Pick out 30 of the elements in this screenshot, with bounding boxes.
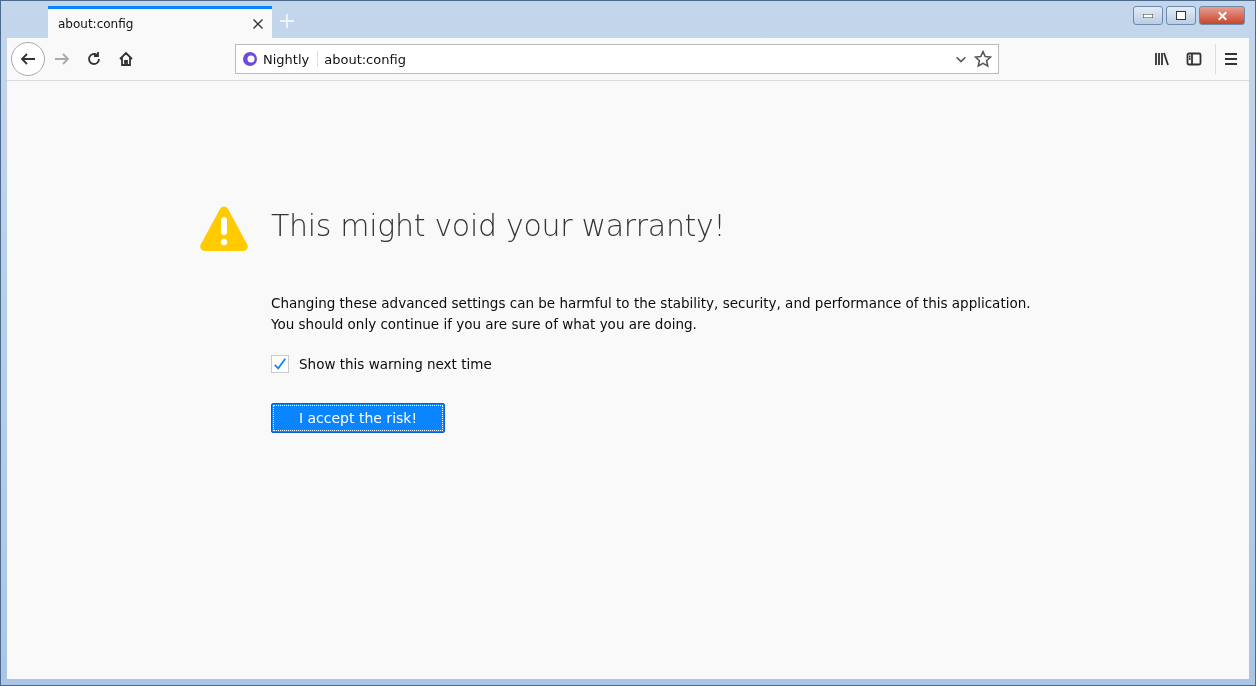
- warning-title: This might void your warranty!: [271, 207, 727, 245]
- forward-arrow-icon: [54, 51, 70, 67]
- warning-icon: [199, 205, 249, 251]
- back-arrow-icon: [20, 51, 36, 67]
- minimize-icon: [1143, 13, 1153, 18]
- close-icon: [1216, 10, 1228, 21]
- close-icon: [252, 17, 264, 30]
- identity-label[interactable]: Nightly: [242, 51, 319, 67]
- back-button[interactable]: [11, 42, 45, 76]
- sidebar-icon: [1186, 51, 1202, 67]
- star-icon: [974, 50, 992, 68]
- address-bar[interactable]: Nightly about:config: [235, 44, 999, 74]
- checkbox[interactable]: [271, 355, 289, 373]
- plus-icon: [279, 13, 295, 29]
- checkbox-label[interactable]: Show this warning next time: [299, 356, 492, 372]
- maximize-button[interactable]: [1166, 6, 1196, 25]
- library-icon: [1154, 51, 1170, 67]
- browser-tab[interactable]: about:config: [48, 6, 272, 38]
- accept-risk-button[interactable]: I accept the risk!: [271, 403, 445, 433]
- menu-icon: [1222, 51, 1239, 67]
- warning-description: Changing these advanced settings can be harmful to the stability, security, and performance of this application. You should only continue if you are sure of what you are doing.: [271, 294, 1032, 334]
- reload-icon: [86, 51, 102, 67]
- checkmark-icon: [273, 357, 287, 371]
- home-icon: [118, 51, 134, 67]
- tab-title: about:config: [58, 16, 135, 31]
- close-button[interactable]: [1199, 6, 1245, 25]
- restore-icon: [1176, 11, 1186, 20]
- browser-logo-icon: [242, 51, 258, 67]
- minimize-button[interactable]: [1133, 6, 1163, 25]
- url-text: about:config: [324, 51, 407, 67]
